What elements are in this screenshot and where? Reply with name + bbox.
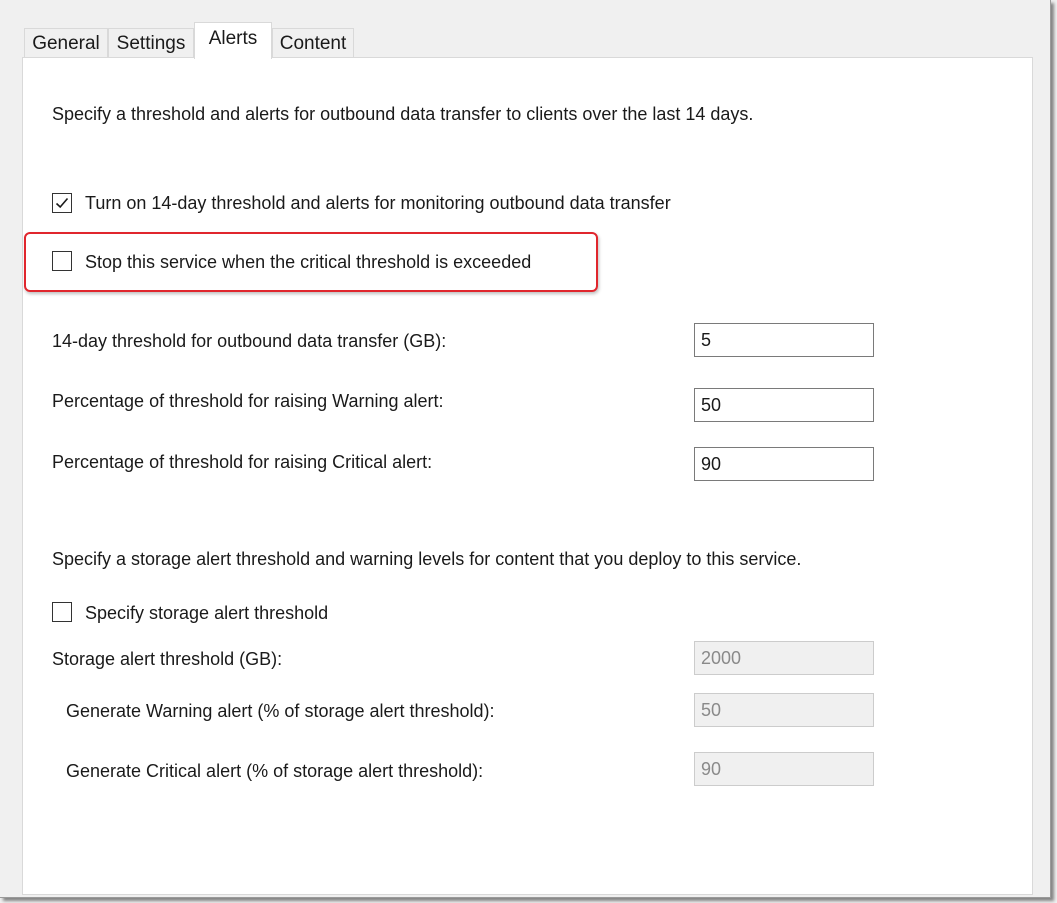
properties-window: General Settings Alerts Content Specify … — [0, 0, 1051, 898]
turn-on-threshold-checkbox[interactable] — [52, 193, 72, 213]
checkmark-icon — [55, 197, 69, 209]
specify-storage-checkbox[interactable] — [52, 602, 72, 622]
storage-threshold-label: Storage alert threshold (GB): — [52, 649, 283, 669]
tab-settings[interactable]: Settings — [108, 28, 194, 57]
storage-critical-label: Generate Critical alert (% of storage al… — [66, 761, 484, 781]
storage-threshold-input — [694, 641, 874, 675]
specify-storage-label[interactable]: Specify storage alert threshold — [85, 602, 328, 624]
warning-percentage-input[interactable] — [694, 388, 874, 422]
critical-percentage-label: Percentage of threshold for raising Crit… — [52, 452, 433, 472]
storage-warning-input — [694, 693, 874, 727]
threshold-input[interactable] — [694, 323, 874, 357]
turn-on-threshold-label[interactable]: Turn on 14-day threshold and alerts for … — [85, 192, 671, 214]
tab-content[interactable]: Content — [272, 28, 354, 57]
storage-intro-text: Specify a storage alert threshold and wa… — [52, 549, 802, 569]
tab-alerts[interactable]: Alerts — [194, 22, 272, 59]
outbound-intro-text: Specify a threshold and alerts for outbo… — [52, 104, 754, 124]
stop-service-checkbox[interactable] — [52, 251, 72, 271]
warning-percentage-label: Percentage of threshold for raising Warn… — [52, 391, 444, 411]
critical-percentage-input[interactable] — [694, 447, 874, 481]
tab-general[interactable]: General — [24, 28, 108, 57]
storage-warning-label: Generate Warning alert (% of storage ale… — [66, 701, 495, 721]
threshold-label: 14-day threshold for outbound data trans… — [52, 331, 447, 351]
storage-critical-input — [694, 752, 874, 786]
stop-service-label[interactable]: Stop this service when the critical thre… — [85, 251, 531, 273]
